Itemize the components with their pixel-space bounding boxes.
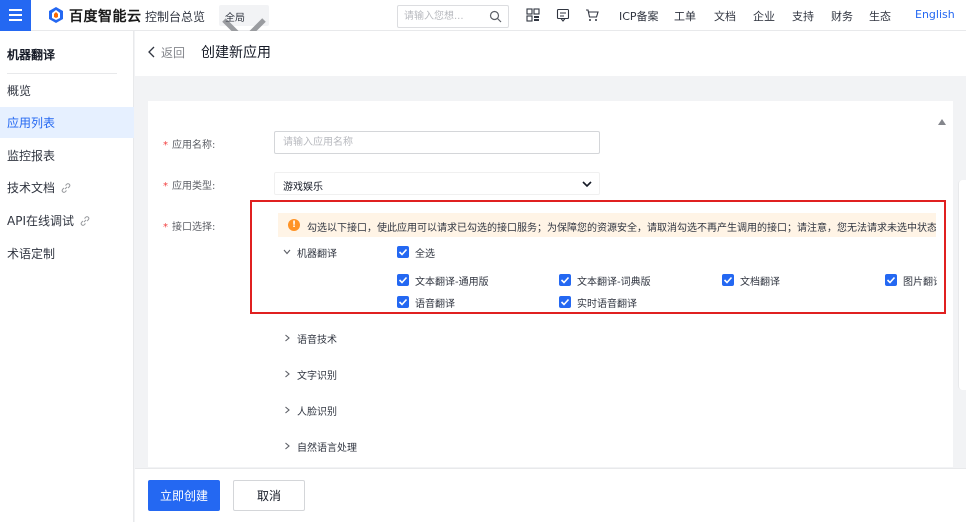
app-type-value: 游戏娱乐 — [283, 182, 323, 193]
brand-name: 百度智能云 — [69, 9, 142, 25]
checkbox-label: 文本翻译-词典版 — [577, 277, 651, 288]
api-group-name: 自然语言处理 — [297, 443, 357, 454]
app-type-select[interactable]: 游戏娱乐 — [274, 172, 600, 195]
floating-side-tab[interactable] — [958, 180, 966, 390]
sidebar-item-label: API在线调试 — [7, 214, 74, 228]
app-type-label: * 应用类型: — [163, 181, 216, 192]
checkbox-checked-icon — [559, 274, 571, 286]
api-group-name: 语音技术 — [297, 335, 337, 346]
api-group-name: 文字识别 — [297, 371, 337, 382]
api-selection-label: * 接口选择: — [163, 222, 216, 233]
sidebar-item-label: 概览 — [7, 84, 32, 98]
page-header: 返回 创建新应用 — [135, 31, 966, 76]
checkbox-label: 文档翻译 — [740, 277, 780, 288]
cart-icon[interactable] — [585, 8, 599, 22]
checkbox-label: 图片翻译 — [903, 277, 937, 287]
nav-support[interactable]: 支持 — [792, 8, 814, 24]
search-input[interactable] — [404, 9, 484, 24]
nav-finance[interactable]: 财务 — [831, 8, 853, 24]
region-value: 全局 — [225, 13, 245, 24]
sidebar-item-label: 技术文档 — [7, 181, 56, 195]
checkbox-checked-icon — [722, 274, 734, 286]
nav-ticket[interactable]: 工单 — [674, 8, 696, 24]
sidebar-item-api-debug[interactable]: API在线调试 — [0, 205, 134, 236]
sidebar-item-label: 应用列表 — [7, 116, 56, 130]
checkbox-checked-icon — [397, 296, 409, 308]
checkbox-label: 全选 — [415, 249, 435, 260]
checkbox-label: 语音翻译 — [415, 299, 455, 310]
warning-icon: ! — [288, 219, 300, 231]
message-icon[interactable] — [556, 8, 570, 22]
sidebar: 机器翻译 概览 应用列表 监控报表 技术文档 API在线调试 术语定制 — [0, 31, 134, 522]
checkbox-label: 实时语音翻译 — [577, 299, 637, 310]
checkbox-checked-icon — [397, 246, 409, 258]
hamburger-menu-icon[interactable] — [0, 0, 31, 31]
back-chevron-icon[interactable] — [147, 46, 157, 58]
checkbox-checked-icon — [397, 274, 409, 286]
nav-ecosystem[interactable]: 生态 — [869, 8, 891, 24]
chevron-right-icon — [285, 370, 290, 378]
app-name-label: * 应用名称: — [163, 140, 216, 151]
checkbox-checked-icon — [559, 296, 571, 308]
global-search[interactable] — [397, 5, 509, 28]
api-checkbox-image[interactable]: 图片翻译 — [885, 273, 937, 287]
api-group-name: 机器翻译 — [297, 249, 337, 260]
baidu-cloud-logo-icon — [49, 7, 63, 23]
chevron-right-icon — [285, 442, 290, 450]
nav-docs[interactable]: 文档 — [714, 8, 736, 24]
page-title: 创建新应用 — [201, 45, 271, 61]
sidebar-item-label: 术语定制 — [7, 247, 56, 261]
checkbox-label: 文本翻译-通用版 — [415, 277, 489, 288]
sidebar-item-terminology[interactable]: 术语定制 — [0, 238, 134, 269]
api-notice-text: 勾选以下接口，使此应用可以请求已勾选的接口服务；为保障您的资源安全，请取消勾选不… — [307, 223, 936, 234]
sidebar-divider — [7, 73, 117, 74]
back-link[interactable]: 返回 — [161, 44, 185, 61]
api-notice-banner: ! 勾选以下接口，使此应用可以请求已勾选的接口服务；为保障您的资源安全，请取消勾… — [278, 213, 936, 237]
sidebar-item-tech-docs[interactable]: 技术文档 — [0, 172, 134, 203]
console-overview-link[interactable]: 控制台总览 — [145, 8, 205, 25]
language-english-link[interactable]: English — [915, 8, 955, 21]
cancel-button[interactable]: 取消 — [233, 480, 305, 511]
create-button[interactable]: 立即创建 — [148, 480, 220, 511]
sidebar-title: 机器翻译 — [7, 48, 56, 62]
sidebar-item-app-list[interactable]: 应用列表 — [0, 107, 134, 138]
sidebar-item-label: 监控报表 — [7, 149, 56, 163]
search-icon[interactable] — [489, 10, 502, 23]
chevron-right-icon — [285, 334, 290, 342]
scroll-up-icon[interactable] — [937, 118, 947, 126]
external-link-icon — [80, 216, 90, 226]
top-navigation-bar: 百度智能云 控制台总览 全局 ICP备案 工单 文档 企业 支持 财务 生态 E… — [0, 0, 966, 44]
chevron-down-icon — [582, 181, 592, 188]
sidebar-item-monitoring[interactable]: 监控报表 — [0, 140, 134, 171]
app-name-field[interactable] — [274, 131, 600, 154]
sidebar-item-overview[interactable]: 概览 — [0, 75, 134, 106]
chevron-down-icon — [283, 249, 291, 255]
region-select[interactable]: 全局 — [219, 5, 269, 44]
api-group-name: 人脸识别 — [297, 407, 337, 418]
chevron-right-icon — [285, 406, 290, 414]
checkbox-checked-icon — [885, 274, 897, 286]
nav-icp[interactable]: ICP备案 — [619, 8, 659, 24]
external-link-icon — [61, 183, 71, 193]
app-name-input[interactable] — [283, 135, 583, 150]
nav-enterprise[interactable]: 企业 — [753, 8, 775, 24]
apps-grid-icon[interactable] — [526, 8, 540, 22]
